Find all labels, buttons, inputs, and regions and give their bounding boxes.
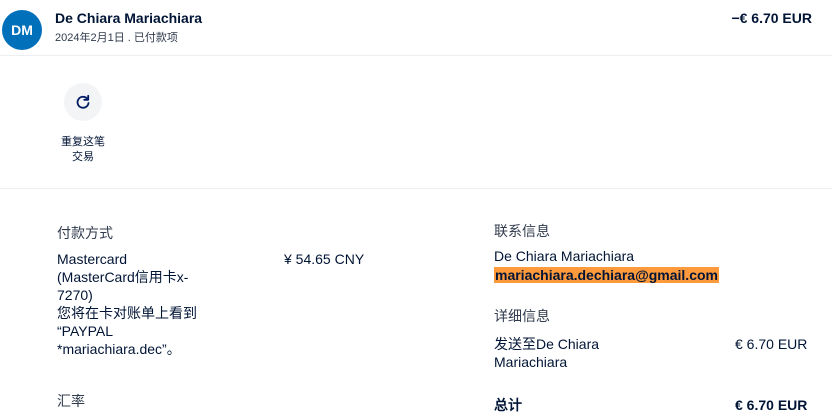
repeat-transaction-button[interactable] [64,83,102,121]
actions-section: 重复这笔 交易 [0,57,832,189]
transaction-amount: −€ 6.70 EUR [731,10,812,26]
avatar: DM [2,10,42,50]
contact-info-title: 联系信息 [494,223,550,239]
payment-method-title: 付款方式 [57,225,113,241]
payment-method-line-6: *mariachiara.dec”。 [57,341,181,357]
payment-method-line-5: “PAYPAL [57,323,114,339]
repeat-label-line1: 重复这笔 [61,136,105,148]
sent-to-line-2: Mariachiara [494,354,568,370]
total-amount: € 6.70 EUR [735,397,808,413]
payment-method-line-4: 您将在卡对账单上看到 [57,305,197,321]
repeat-transaction-label[interactable]: 重复这笔 交易 [52,135,114,165]
payment-method-line-1: Mastercard [57,251,128,267]
refresh-icon [76,94,90,109]
transaction-details: 付款方式 Mastercard (MasterCard信用卡x- 7270) 您… [0,190,832,418]
sent-amount: € 6.70 EUR [735,336,808,352]
payment-method-line-3: 7270) [57,287,93,303]
payment-amount: ¥ 54.65 CNY [284,251,365,267]
contact-email-text[interactable]: mariachiara.dechiara@gmail.com [494,267,719,283]
details-title: 详细信息 [494,308,550,324]
repeat-label-line2: 交易 [72,151,94,163]
total-label: 总计 [494,397,522,413]
transaction-header: DM De Chiara Mariachiara 2024年2月1日 . 已付款… [0,0,832,56]
contact-name: De Chiara Mariachiara [494,248,635,264]
sent-to-line-1: 发送至De Chiara [494,336,600,352]
transaction-date-status: 2024年2月1日 . 已付款项 [55,32,178,44]
contact-email[interactable]: mariachiara.dechiara@gmail.com [494,266,719,284]
payment-method-line-2: (MasterCard信用卡x- [57,269,189,285]
exchange-rate-title: 汇率 [57,393,85,409]
recipient-name: De Chiara Mariachiara [55,10,203,26]
